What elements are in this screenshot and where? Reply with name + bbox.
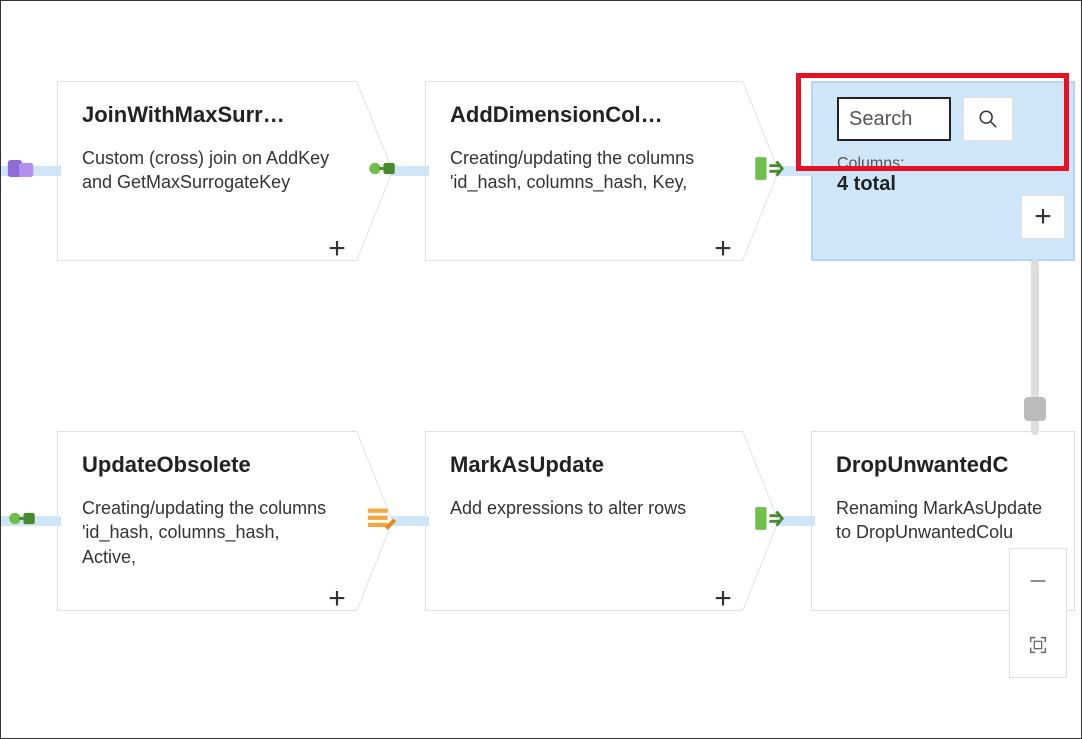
node-selected[interactable]: Search Columns: 4 total + <box>811 81 1075 261</box>
node-add-dimension[interactable]: AddDimensionCol… Creating/updating the c… <box>425 81 743 261</box>
minus-icon <box>1027 570 1049 592</box>
columns-total: 4 total <box>837 173 1049 196</box>
select-icon <box>751 502 785 536</box>
add-step-button[interactable]: + <box>322 234 352 264</box>
zoom-out-button[interactable] <box>1010 549 1066 613</box>
connector <box>743 431 811 611</box>
scroll-thumb[interactable] <box>1024 397 1046 421</box>
add-step-button[interactable]: + <box>708 234 738 264</box>
flow-row-1: JoinWithMaxSurr… Custom (cross) join on … <box>1 81 1075 261</box>
add-column-button[interactable]: + <box>1021 195 1065 239</box>
search-placeholder: Search <box>849 108 912 131</box>
connector <box>357 81 425 261</box>
connector <box>743 81 811 261</box>
connector <box>1 431 57 611</box>
connector <box>357 431 425 611</box>
join-icon <box>5 152 39 186</box>
fit-screen-button[interactable] <box>1010 613 1066 677</box>
node-title: AddDimensionCol… <box>450 102 718 128</box>
fullscreen-icon <box>1027 634 1049 656</box>
select-icon <box>751 152 785 186</box>
node-desc: Creating/updating the columns 'id_hash, … <box>82 496 332 569</box>
node-desc: Renaming MarkAsUpdate to DropUnwantedCol… <box>836 496 1050 545</box>
node-title: UpdateObsolete <box>82 452 332 478</box>
add-step-button[interactable]: + <box>322 584 352 614</box>
columns-label: Columns: <box>837 155 1049 173</box>
connector <box>1 81 57 261</box>
node-join[interactable]: JoinWithMaxSurr… Custom (cross) join on … <box>57 81 357 261</box>
node-desc: Add expressions to alter rows <box>450 496 718 520</box>
node-mark-as-update[interactable]: MarkAsUpdate Add expressions to alter ro… <box>425 431 743 611</box>
node-desc: Custom (cross) join on AddKey and GetMax… <box>82 146 332 195</box>
node-title: JoinWithMaxSurr… <box>82 102 332 128</box>
node-title: DropUnwantedC <box>836 452 1050 478</box>
alter-row-icon <box>365 502 399 536</box>
search-button[interactable] <box>963 97 1013 141</box>
node-title: MarkAsUpdate <box>450 452 718 478</box>
derived-column-icon <box>365 152 399 186</box>
add-step-button[interactable]: + <box>708 584 738 614</box>
zoom-panel <box>1009 548 1067 678</box>
flow-row-2: UpdateObsolete Creating/updating the col… <box>1 431 1075 611</box>
dataflow-canvas[interactable]: JoinWithMaxSurr… Custom (cross) join on … <box>1 1 1081 738</box>
search-icon <box>977 108 999 130</box>
node-desc: Creating/updating the columns 'id_hash, … <box>450 146 718 195</box>
derived-column-icon <box>5 502 39 536</box>
node-update-obsolete[interactable]: UpdateObsolete Creating/updating the col… <box>57 431 357 611</box>
vertical-scrollbar[interactable] <box>1031 259 1039 435</box>
search-input[interactable]: Search <box>837 97 951 141</box>
